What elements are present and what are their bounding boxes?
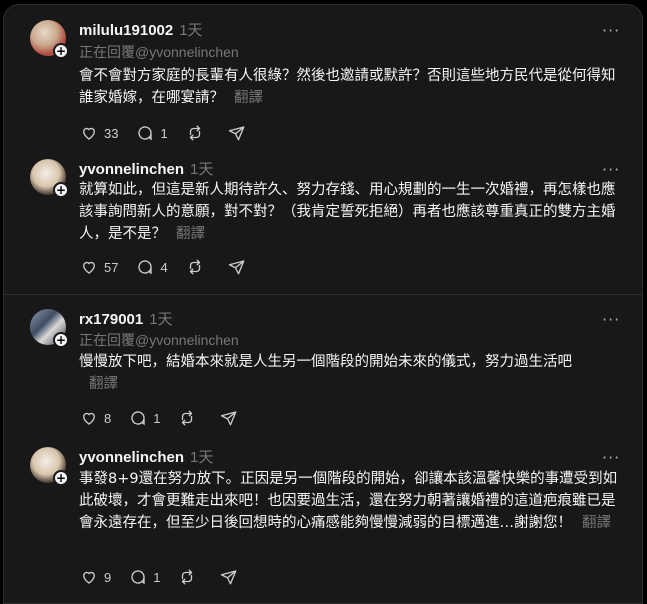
avatar-container[interactable]: +: [30, 447, 72, 489]
thread-divider: [4, 294, 642, 295]
post-body: 就算如此，但這是新人期待許久、努力存錢、用心規劃的一生一次婚禮，再怎樣也應該事詢…: [79, 182, 616, 242]
share-button[interactable]: [220, 409, 244, 427]
like-button[interactable]: 57: [80, 258, 118, 276]
username[interactable]: milulu191002: [79, 22, 173, 39]
post-text: 就算如此，但這是新人期待許久、努力存錢、用心規劃的一生一次婚禮，再怎樣也應該事詢…: [79, 179, 629, 245]
comment-icon: [138, 260, 153, 275]
like-count: 8: [104, 410, 112, 426]
repost-icon: [189, 259, 200, 275]
follow-plus-icon[interactable]: +: [53, 332, 69, 348]
reply-count: 1: [153, 410, 161, 426]
post-time: 1天: [190, 161, 214, 178]
send-icon: [221, 411, 237, 426]
reply-count: 1: [160, 125, 168, 141]
heart-icon: [83, 571, 95, 584]
post-body: 事發8+9還在努力放下。正因是另一個階段的開始，卻讓本該溫馨快樂的事遭受到如此破…: [79, 471, 618, 531]
username-link[interactable]: yvonnelinchen 1天: [79, 158, 213, 179]
reply-button[interactable]: 1: [129, 568, 160, 586]
heart-icon: [83, 261, 95, 274]
translate-link[interactable]: 翻譯: [176, 226, 205, 242]
heart-icon: [83, 412, 95, 425]
post-text: 會不會對方家庭的長輩有人很綠？然後也邀請或默許？否則這些地方民代是從何得知誰家婚…: [79, 65, 624, 109]
reply-button[interactable]: 4: [136, 258, 168, 276]
avatar-container[interactable]: +: [30, 20, 72, 62]
replying-to-label[interactable]: 正在回覆@yvonnelinchen: [79, 330, 239, 350]
repost-button[interactable]: [186, 124, 210, 142]
action-bar: 57 4: [80, 258, 270, 276]
more-options-icon[interactable]: ···: [602, 160, 620, 179]
like-count: 9: [104, 569, 112, 585]
username-link[interactable]: milulu191002 1天: [79, 19, 203, 40]
avatar-container[interactable]: +: [30, 159, 72, 201]
heart-icon: [83, 127, 95, 140]
send-icon: [228, 126, 245, 141]
action-bar: 8 1: [80, 409, 262, 427]
translate-link[interactable]: 翻譯: [582, 515, 611, 531]
like-button[interactable]: 33: [80, 124, 118, 142]
avatar-container[interactable]: +: [30, 309, 72, 351]
follow-plus-icon[interactable]: +: [53, 470, 69, 486]
post-time: 1天: [179, 22, 203, 39]
replying-to-label[interactable]: 正在回覆@yvonnelinchen: [79, 42, 239, 62]
share-button[interactable]: [228, 124, 252, 142]
like-button[interactable]: 8: [80, 409, 111, 427]
send-icon: [228, 260, 245, 275]
username[interactable]: rx179001: [79, 311, 143, 328]
action-bar: 33 1: [80, 124, 270, 142]
comment-icon: [138, 126, 153, 141]
share-button[interactable]: [220, 568, 244, 586]
reply-button[interactable]: 1: [129, 409, 160, 427]
translate-link[interactable]: 翻譯: [234, 90, 263, 106]
repost-button[interactable]: [186, 258, 210, 276]
reply-button[interactable]: 1: [136, 124, 168, 142]
username-link[interactable]: rx179001 1天: [79, 308, 173, 329]
action-bar: 9 1: [80, 568, 262, 586]
reply-count: 4: [160, 259, 168, 275]
more-options-icon[interactable]: ···: [602, 21, 620, 40]
username-link[interactable]: yvonnelinchen 1天: [79, 446, 213, 467]
more-options-icon[interactable]: ···: [602, 310, 620, 329]
post-body: 會不會對方家庭的長輩有人很綠？然後也邀請或默許？否則這些地方民代是從何得知誰家婚…: [79, 68, 616, 106]
repost-icon: [182, 410, 193, 426]
comment-icon: [131, 570, 145, 585]
post-body: 慢慢放下吧，結婚本來就是人生另一個階段的開始未來的儀式，努力過生活吧: [79, 354, 572, 370]
follow-plus-icon[interactable]: +: [53, 43, 69, 59]
follow-plus-icon[interactable]: +: [53, 182, 69, 198]
post-time: 1天: [190, 449, 214, 466]
send-icon: [221, 570, 237, 585]
comment-icon: [131, 411, 145, 426]
username[interactable]: yvonnelinchen: [79, 161, 184, 178]
post-time: 1天: [149, 311, 173, 328]
repost-icon: [182, 569, 193, 585]
like-button[interactable]: 9: [80, 568, 111, 586]
like-count: 33: [104, 125, 119, 141]
reply-count: 1: [153, 569, 161, 585]
repost-button[interactable]: [178, 568, 202, 586]
translate-link[interactable]: 翻譯: [89, 376, 118, 392]
replies-panel: + milulu191002 1天 正在回覆@yvonnelinchen ··· …: [3, 4, 643, 604]
post-text: 事發8+9還在努力放下。正因是另一個階段的開始，卻讓本該溫馨快樂的事遭受到如此破…: [79, 468, 629, 534]
repost-button[interactable]: [178, 409, 202, 427]
like-count: 57: [104, 259, 119, 275]
username[interactable]: yvonnelinchen: [79, 449, 184, 466]
share-button[interactable]: [228, 258, 252, 276]
more-options-icon[interactable]: ···: [602, 448, 620, 467]
post-text: 慢慢放下吧，結婚本來就是人生另一個階段的開始未來的儀式，努力過生活吧翻譯: [79, 351, 579, 395]
repost-icon: [189, 125, 200, 141]
